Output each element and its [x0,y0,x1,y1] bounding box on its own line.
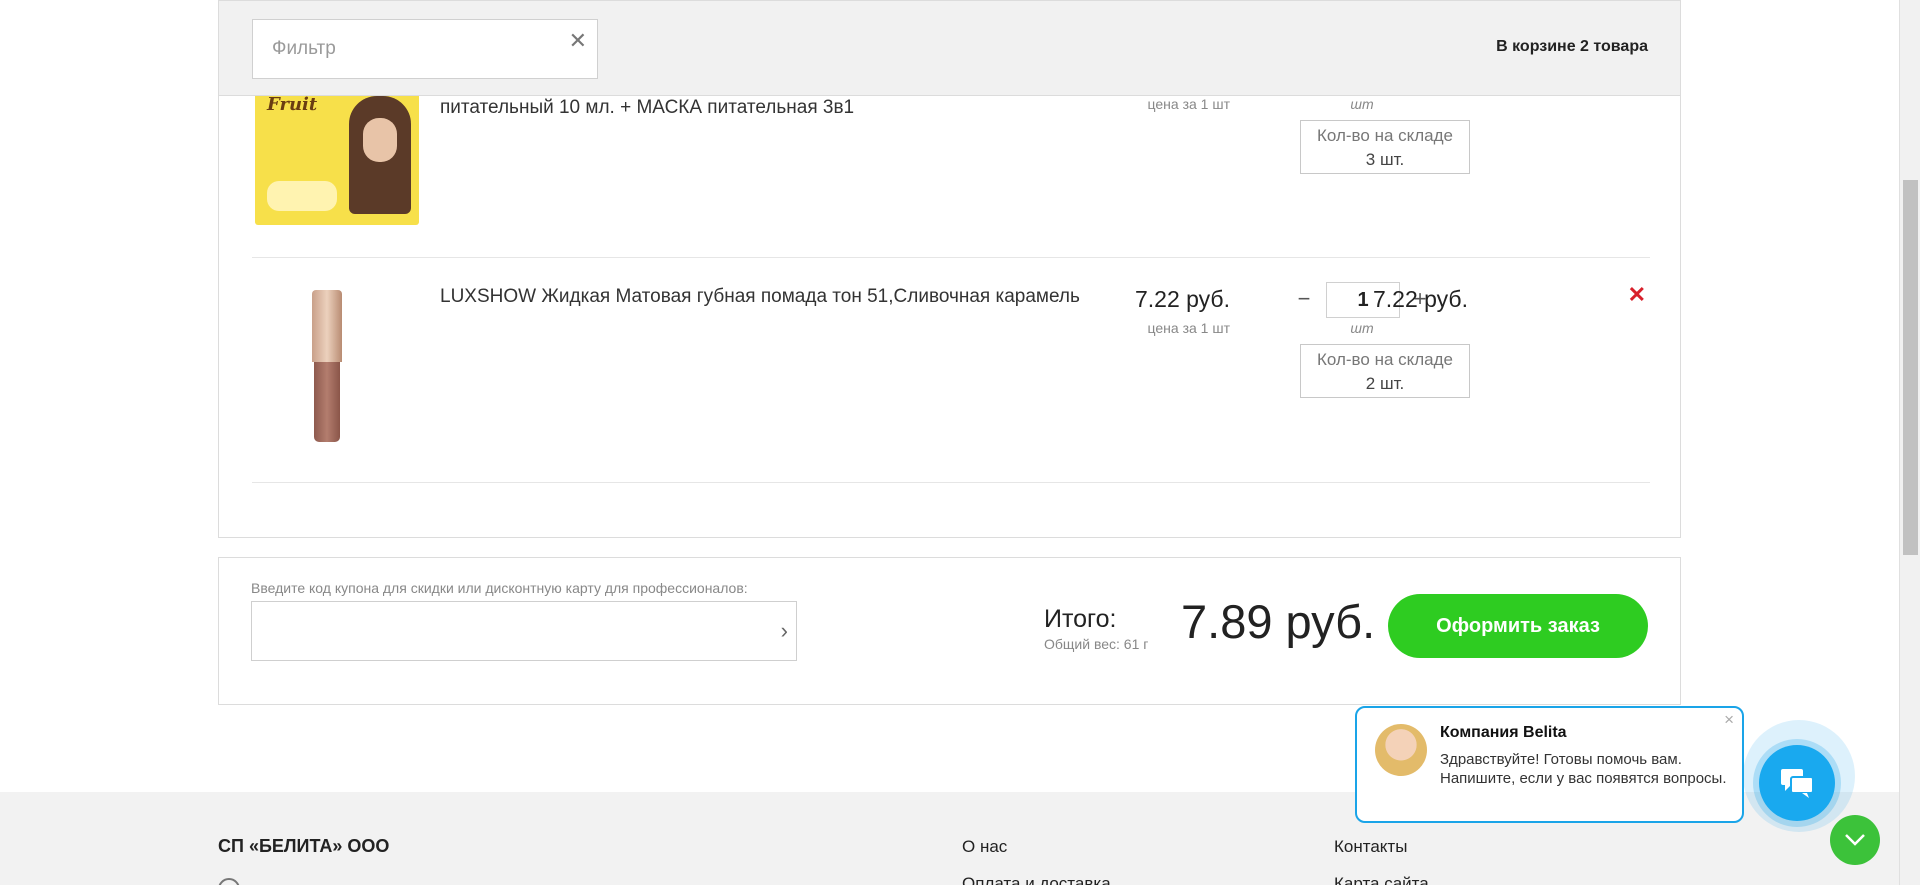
lipstick-cap [312,290,342,362]
stock-value: 2 шт. [1365,374,1405,393]
chevron-right-icon[interactable]: › [781,618,788,644]
product-image-face [349,96,411,214]
chat-button[interactable] [1759,745,1835,821]
cart-count: В корзине 2 товара [1496,38,1648,55]
product-image[interactable] [312,290,342,445]
close-icon[interactable]: × [1724,710,1734,730]
footer-link-contacts[interactable]: Контакты [1334,837,1407,857]
unit-price: 7.22 руб. [1134,286,1230,312]
stock-value: 3 шт. [1365,150,1405,169]
total-label: Итого: [1044,605,1117,633]
chat-title: Компания Belita [1440,724,1567,741]
chat-icon [1781,769,1814,798]
filter-input[interactable] [253,20,553,78]
scrollbar[interactable] [1899,0,1920,885]
close-icon[interactable]: ✕ [569,30,587,52]
stock-label: Кол-во на складе [1316,126,1454,145]
cart-item: LUXSHOW Жидкая Матовая губная помада тон… [252,258,1650,483]
product-name[interactable]: питательный 10 мл. + МАСКА питательная 3… [440,91,1080,125]
filter-field[interactable]: ✕ [252,19,598,79]
price-note: цена за 1 шт [1147,96,1230,112]
scroll-button[interactable] [1830,815,1880,865]
scrollbar-thumb[interactable] [1903,180,1918,555]
coupon-label: Введите код купона для скидки или дискон… [251,580,748,596]
lipstick-tube [314,362,340,442]
price-note: цена за 1 шт [1147,320,1230,336]
order-summary: Введите код купона для скидки или дискон… [218,557,1681,705]
remove-icon[interactable]: ✕ [1628,282,1646,308]
coupon-input[interactable] [252,602,752,660]
minus-icon[interactable]: − [1292,286,1316,312]
chevron-down-icon [1845,834,1865,846]
unit-label: шт [1350,320,1374,336]
grand-total: 7.89 руб. [1181,595,1376,648]
chat-popup[interactable]: Компания Belita Здравствуйте! Готовы пом… [1355,706,1744,823]
product-image-logo: Fruit [267,94,318,115]
coupon-field[interactable]: › [251,601,797,661]
product-image-banana [267,181,337,211]
stock-box: Кол-во на складе 3 шт. [1300,120,1470,174]
footer-link-sitemap[interactable]: Карта сайта [1334,874,1429,885]
unit-label: шт [1350,96,1374,112]
location-icon [218,878,240,885]
avatar [1375,724,1427,776]
product-name[interactable]: LUXSHOW Жидкая Матовая губная помада тон… [440,280,1080,314]
checkout-button[interactable]: Оформить заказ [1388,594,1648,658]
footer-link-about[interactable]: О нас [962,837,1007,857]
stock-label: Кол-во на складе [1316,350,1454,369]
company-name: СП «БЕЛИТА» ООО [218,836,390,856]
cart-panel: ✕ В корзине 2 товара Fruit питательный 1… [218,0,1681,538]
chat-message: Здравствуйте! Готовы помочь вам. Напишит… [1440,751,1727,787]
footer-link-delivery[interactable]: Оплата и доставка [962,874,1111,885]
stock-box: Кол-во на складе 2 шт. [1300,344,1470,398]
product-image[interactable]: Fruit [255,84,419,225]
line-total: 7.22 руб. [1372,286,1468,312]
cart-header: ✕ В корзине 2 товара [219,1,1680,96]
total-weight: Общий вес: 61 г [1044,636,1149,652]
